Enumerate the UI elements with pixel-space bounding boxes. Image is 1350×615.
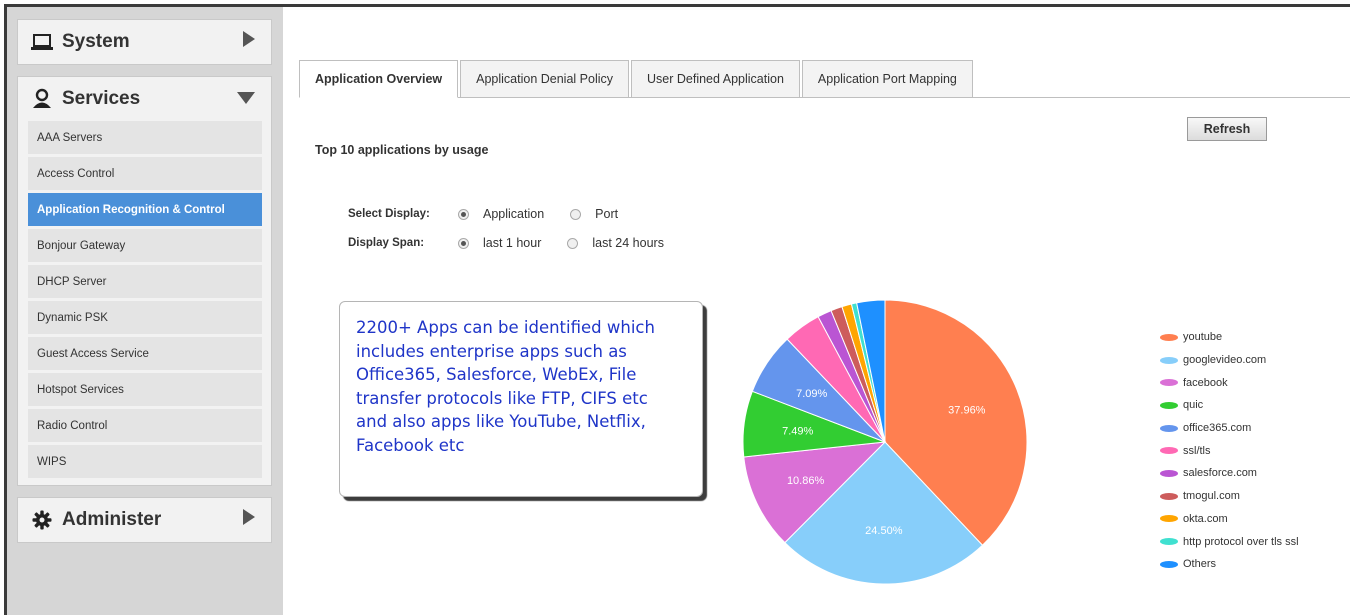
pie-data-label: 7.49% (782, 426, 813, 438)
display-span-label: Display Span: (348, 237, 425, 249)
pie-data-label: 10.86% (787, 475, 825, 487)
radio-last-1-hour-label[interactable]: last 1 hour (483, 236, 541, 250)
legend-label: ssl/tls (1183, 444, 1211, 457)
legend-item[interactable]: youtube (1160, 326, 1299, 349)
legend-swatch (1160, 379, 1178, 387)
tab-application-port-mapping[interactable]: Application Port Mapping (801, 60, 973, 97)
legend-swatch (1160, 333, 1178, 341)
chevron-down-icon[interactable] (237, 88, 255, 110)
chevron-right-icon[interactable] (243, 31, 255, 53)
sidebar-item-access-control[interactable]: Access Control (28, 157, 262, 190)
legend-label: youtube (1183, 331, 1223, 344)
legend-swatch (1160, 447, 1178, 455)
legend-item[interactable]: Others (1160, 553, 1299, 576)
sidebar-item-dhcp-server[interactable]: DHCP Server (28, 265, 262, 298)
gear-icon (30, 508, 54, 532)
nav-section-services: Services AAA Servers Access Control Applic… (17, 76, 272, 486)
radio-application[interactable] (458, 208, 469, 220)
legend-label: quic (1183, 399, 1204, 412)
chart-legend: youtube googlevideo.com facebook quic office… (1160, 326, 1299, 576)
legend-label: okta.com (1183, 512, 1228, 525)
laptop-icon (30, 30, 54, 54)
legend-swatch (1160, 538, 1178, 546)
radio-last-1-hour[interactable] (458, 237, 469, 249)
legend-swatch (1160, 356, 1178, 364)
nav-label-system: System (62, 31, 130, 52)
callout-line: 2200+ Apps can be identified which (356, 318, 655, 337)
callout-line: Facebook etc (356, 435, 465, 455)
callout-line: and also apps like YouTube, Netflix, (356, 412, 646, 431)
nav-header-services[interactable]: Services (18, 77, 271, 121)
chevron-right-icon[interactable] (243, 509, 255, 531)
nav-section-system[interactable]: System (17, 19, 272, 65)
sidebar: System Services AAA Servers Access Contro… (7, 7, 283, 615)
legend-label: tmogul.com (1183, 490, 1240, 503)
legend-label: googlevideo.com (1183, 354, 1267, 367)
nav-header-administer[interactable]: Administer (18, 498, 271, 542)
radio-last-24-hours[interactable] (567, 237, 579, 249)
pie-chart: 37.96% 24.50% 10.86% 7.49% 7.09% (742, 300, 1028, 585)
sidebar-item-radio-control[interactable]: Radio Control (28, 409, 262, 442)
tab-user-defined-application[interactable]: User Defined Application (631, 60, 800, 97)
nav-label-administer: Administer (62, 509, 162, 530)
legend-label: office365.com (1183, 422, 1252, 435)
radio-application-label[interactable]: Application (483, 207, 544, 221)
legend-item[interactable]: googlevideo.com (1160, 349, 1299, 372)
legend-item[interactable]: okta.com (1160, 508, 1299, 531)
radio-port[interactable] (570, 208, 582, 220)
legend-swatch (1160, 492, 1178, 500)
tab-bar: Application Overview Application Denial P… (299, 60, 975, 98)
sidebar-item-wips[interactable]: WIPS (28, 445, 262, 478)
refresh-button[interactable]: Refresh (1187, 117, 1267, 141)
legend-item[interactable]: quic (1160, 394, 1299, 417)
legend-label: salesforce.com (1183, 467, 1257, 480)
sidebar-item-aaa-servers[interactable]: AAA Servers (28, 121, 262, 154)
callout-line: Office365, Salesforce, WebEx, File (356, 365, 637, 384)
services-list: AAA Servers Access Control Application Rec… (18, 121, 271, 478)
legend-swatch (1160, 515, 1178, 523)
legend-label: facebook (1183, 376, 1228, 389)
legend-swatch (1160, 424, 1178, 432)
legend-label: http protocol over tls ssl (1183, 535, 1299, 548)
pie-data-label: 24.50% (865, 525, 903, 537)
legend-item[interactable]: http protocol over tls ssl (1160, 530, 1299, 553)
nav-section-administer[interactable]: Administer (17, 497, 272, 543)
sidebar-item-bonjour-gateway[interactable]: Bonjour Gateway (28, 229, 262, 262)
legend-item[interactable]: tmogul.com (1160, 485, 1299, 508)
users-icon (30, 87, 54, 111)
callout-line: transfer protocols like FTP, CIFS etc (356, 388, 648, 408)
select-display-label: Select Display: (348, 208, 430, 220)
legend-item[interactable]: salesforce.com (1160, 462, 1299, 485)
legend-label: Others (1183, 558, 1217, 571)
sidebar-item-application-recognition-control[interactable]: Application Recognition & Control (28, 193, 262, 226)
tab-application-denial-policy[interactable]: Application Denial Policy (460, 60, 630, 97)
pie-data-label: 7.09% (796, 388, 827, 400)
legend-item[interactable]: facebook (1160, 371, 1299, 394)
legend-item[interactable]: office365.com (1160, 417, 1299, 440)
tab-application-overview[interactable]: Application Overview (299, 60, 459, 98)
legend-item[interactable]: ssl/tls (1160, 439, 1299, 462)
sidebar-item-guest-access-service[interactable]: Guest Access Service (28, 337, 262, 370)
legend-swatch (1160, 401, 1178, 409)
nav-header-system[interactable]: System (18, 20, 271, 64)
info-callout: 2200+ Apps can be identified which includ… (339, 301, 703, 497)
display-span-row: Display Span: last 1 hour last 24 hours (348, 236, 690, 250)
pie-data-label: 37.96% (948, 404, 986, 416)
legend-swatch (1160, 560, 1178, 568)
legend-swatch (1160, 469, 1178, 477)
nav-label-services: Services (62, 88, 141, 109)
page-heading: Top 10 applications by usage (315, 143, 489, 157)
radio-last-24-hours-label[interactable]: last 24 hours (592, 236, 664, 250)
radio-port-label[interactable]: Port (595, 207, 618, 221)
callout-line: includes enterprise apps such as (356, 341, 627, 361)
select-display-row: Select Display: Application Port (348, 207, 644, 221)
sidebar-item-hotspot-services[interactable]: Hotspot Services (28, 373, 262, 406)
sidebar-item-dynamic-psk[interactable]: Dynamic PSK (28, 301, 262, 334)
